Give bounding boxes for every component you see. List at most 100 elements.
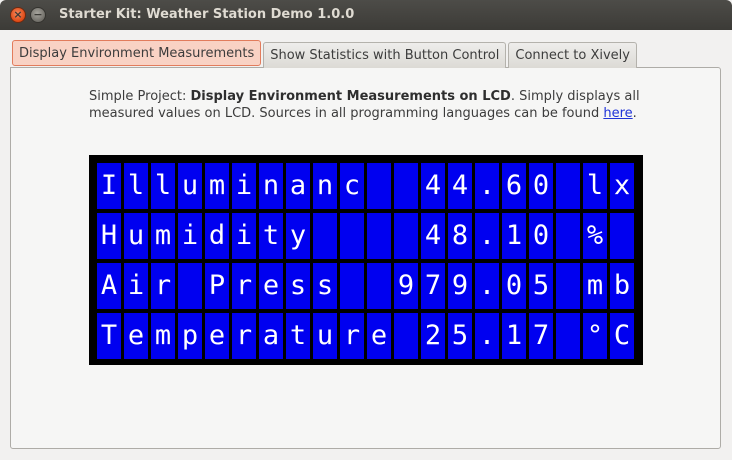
lcd-char-cell: 1 bbox=[502, 213, 526, 259]
lcd-row-temperature: Te m p e r a t u r e 2 5. 1 7 ° C bbox=[97, 313, 643, 359]
description-prefix: Simple Project: bbox=[89, 89, 191, 104]
lcd-char-cell: 4 bbox=[448, 163, 472, 209]
lcd-char-cell: 4 bbox=[421, 163, 445, 209]
lcd-char-cell: 7 bbox=[529, 313, 553, 359]
lcd-char-cell: 5 bbox=[448, 313, 472, 359]
description-suffix: . bbox=[632, 106, 637, 121]
lcd-char-cell: r bbox=[340, 313, 364, 359]
tab-show-statistics[interactable]: Show Statistics with Button Control bbox=[263, 42, 507, 68]
lcd-char-cell: 5 bbox=[529, 263, 553, 309]
title-bar[interactable]: × − Starter Kit: Weather Station Demo 1.… bbox=[0, 0, 732, 30]
lcd-char-cell: % bbox=[583, 213, 607, 259]
minimize-button[interactable]: − bbox=[30, 7, 46, 23]
lcd-char-cell: 4 bbox=[421, 213, 445, 259]
lcd-char-cell: b bbox=[610, 263, 634, 309]
lcd-char-cell bbox=[367, 163, 391, 209]
lcd-char-cell: i bbox=[124, 263, 148, 309]
lcd-char-cell: e bbox=[367, 313, 391, 359]
tab-bar: Display Environment Measurements Show St… bbox=[12, 40, 639, 68]
lcd-char-cell: s bbox=[313, 263, 337, 309]
lcd-display: Illuminanc44.60lx Hu m i d i t y 4 8. 1 0% AirPres… bbox=[89, 155, 643, 365]
lcd-char-cell: e bbox=[259, 263, 283, 309]
lcd-char-cell bbox=[178, 263, 202, 309]
lcd-char-cell: P bbox=[205, 263, 229, 309]
lcd-char-cell bbox=[394, 163, 418, 209]
tab-display-environment-measurements[interactable]: Display Environment Measurements bbox=[12, 40, 262, 66]
lcd-char-cell: m bbox=[151, 213, 175, 259]
lcd-char-cell: i bbox=[232, 163, 256, 209]
lcd-char-cell: 8 bbox=[448, 213, 472, 259]
lcd-char-cell: I bbox=[97, 163, 121, 209]
lcd-char-cell: a bbox=[259, 313, 283, 359]
lcd-char-cell bbox=[367, 213, 391, 259]
lcd-char-cell bbox=[394, 213, 418, 259]
lcd-char-cell: . bbox=[475, 163, 499, 209]
lcd-char-cell bbox=[340, 213, 364, 259]
lcd-char-cell: x bbox=[610, 163, 634, 209]
lcd-char-cell: . bbox=[475, 263, 499, 309]
lcd-char-cell: l bbox=[583, 163, 607, 209]
lcd-char-cell bbox=[340, 263, 364, 309]
lcd-char-cell: u bbox=[313, 313, 337, 359]
lcd-char-cell: A bbox=[97, 263, 121, 309]
lcd-char-cell: m bbox=[151, 313, 175, 359]
lcd-row-air-pressure: AirPress979.05mb bbox=[97, 263, 643, 309]
lcd-char-cell: 9 bbox=[394, 263, 418, 309]
window-title: Starter Kit: Weather Station Demo 1.0.0 bbox=[59, 7, 355, 22]
minimize-icon: − bbox=[33, 8, 43, 21]
sources-link[interactable]: here bbox=[603, 106, 632, 121]
lcd-char-cell: e bbox=[205, 313, 229, 359]
lcd-row-illuminance: Illuminanc44.60lx bbox=[97, 163, 643, 209]
lcd-char-cell: m bbox=[583, 263, 607, 309]
lcd-char-cell: d bbox=[205, 213, 229, 259]
lcd-char-cell: r bbox=[232, 313, 256, 359]
lcd-char-cell: e bbox=[124, 313, 148, 359]
lcd-char-cell: u bbox=[178, 163, 202, 209]
lcd-char-cell: i bbox=[178, 213, 202, 259]
lcd-char-cell bbox=[556, 313, 580, 359]
lcd-char-cell: a bbox=[286, 163, 310, 209]
lcd-char-cell: 6 bbox=[502, 163, 526, 209]
lcd-char-cell: ° bbox=[583, 313, 607, 359]
lcd-char-cell: c bbox=[340, 163, 364, 209]
lcd-char-cell bbox=[556, 163, 580, 209]
lcd-char-cell bbox=[556, 263, 580, 309]
lcd-char-cell: m bbox=[205, 163, 229, 209]
project-description: Simple Project: Display Environment Meas… bbox=[89, 88, 659, 122]
close-icon: × bbox=[13, 8, 23, 21]
lcd-char-cell: C bbox=[610, 313, 634, 359]
lcd-char-cell bbox=[367, 263, 391, 309]
lcd-char-cell: H bbox=[97, 213, 121, 259]
lcd-char-cell: 2 bbox=[421, 313, 445, 359]
lcd-char-cell: 9 bbox=[448, 263, 472, 309]
lcd-char-cell: n bbox=[313, 163, 337, 209]
lcd-char-cell: . bbox=[475, 313, 499, 359]
lcd-char-cell: . bbox=[475, 213, 499, 259]
lcd-char-cell: r bbox=[232, 263, 256, 309]
app-window: × − Starter Kit: Weather Station Demo 1.… bbox=[0, 0, 732, 460]
lcd-char-cell: T bbox=[97, 313, 121, 359]
lcd-char-cell: y bbox=[286, 213, 310, 259]
lcd-char-cell: 0 bbox=[529, 213, 553, 259]
lcd-char-cell bbox=[556, 213, 580, 259]
lcd-char-cell: 7 bbox=[421, 263, 445, 309]
lcd-char-cell: t bbox=[259, 213, 283, 259]
lcd-char-cell bbox=[610, 213, 634, 259]
lcd-char-cell: l bbox=[151, 163, 175, 209]
close-button[interactable]: × bbox=[10, 7, 26, 23]
lcd-char-cell bbox=[313, 213, 337, 259]
lcd-char-cell: t bbox=[286, 313, 310, 359]
description-project-name: Display Environment Measurements on LCD bbox=[190, 89, 511, 104]
lcd-char-cell: 1 bbox=[502, 313, 526, 359]
lcd-char-cell: s bbox=[286, 263, 310, 309]
lcd-row-humidity: Hu m i d i t y 4 8. 1 0% bbox=[97, 213, 643, 259]
lcd-char-cell: u bbox=[124, 213, 148, 259]
lcd-char-cell: i bbox=[232, 213, 256, 259]
lcd-char-cell: l bbox=[124, 163, 148, 209]
lcd-char-cell: 0 bbox=[502, 263, 526, 309]
lcd-char-cell: p bbox=[178, 313, 202, 359]
lcd-char-cell: n bbox=[259, 163, 283, 209]
lcd-char-cell: 0 bbox=[529, 163, 553, 209]
tab-connect-xively[interactable]: Connect to Xively bbox=[508, 42, 637, 68]
lcd-char-cell: r bbox=[151, 263, 175, 309]
